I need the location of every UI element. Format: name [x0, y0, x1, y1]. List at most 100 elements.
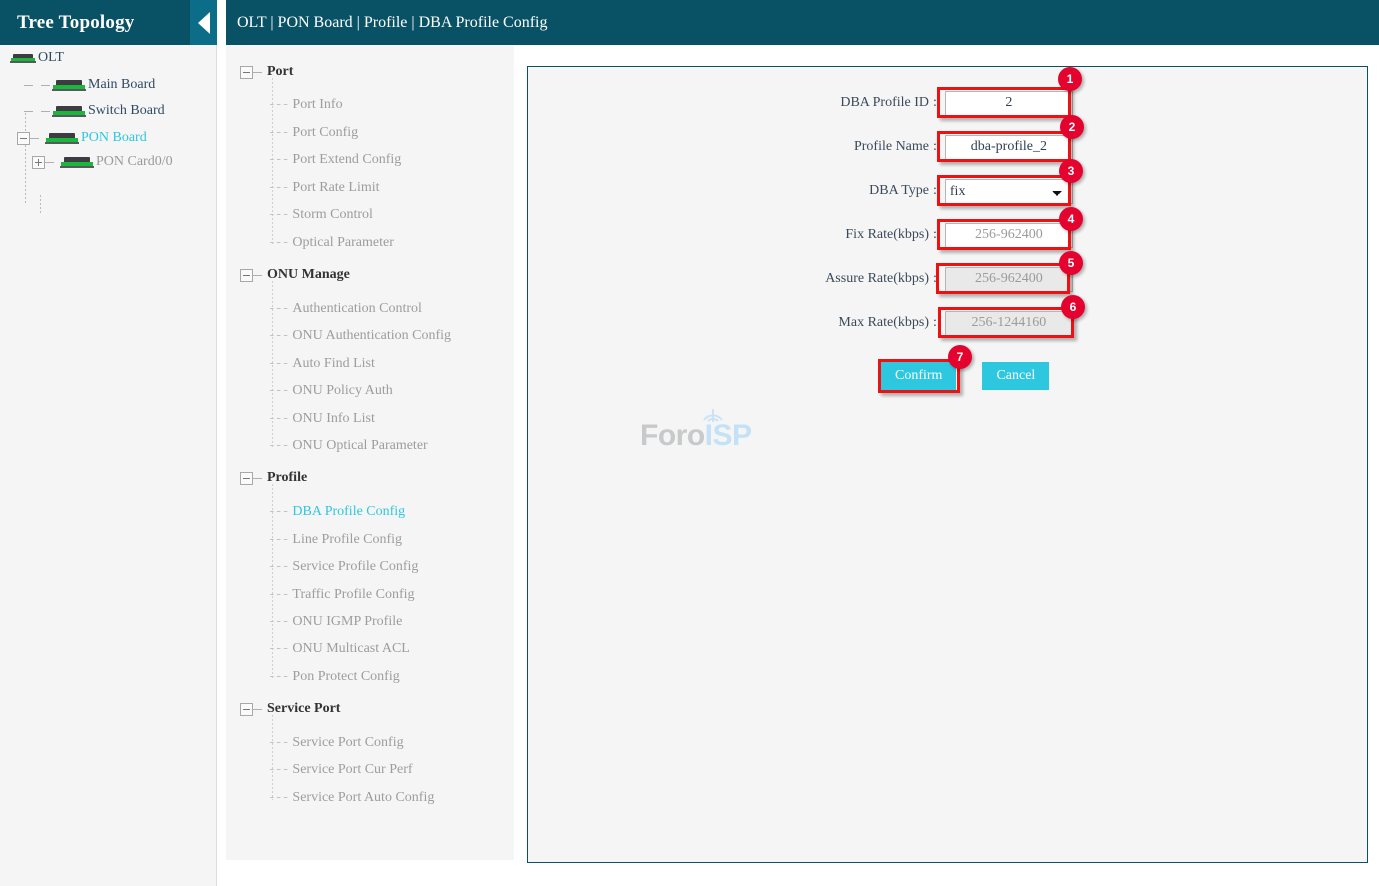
menu-connector: --- [268, 411, 289, 426]
menu-item-dba-profile-config[interactable]: --- DBA Profile Config [268, 503, 405, 520]
confirm-button[interactable]: Confirm [881, 362, 957, 390]
tree-node-switch-board[interactable]: Switch Board [24, 102, 165, 120]
tree-connector [30, 137, 39, 139]
menu-item-port-info[interactable]: --- Port Info [268, 96, 343, 113]
menu-group-onu-manage[interactable]: ONU Manage [240, 266, 350, 284]
menu-item-auto-find-list[interactable]: --- Auto Find List [268, 355, 375, 372]
menu-item-onu-authentication-config[interactable]: --- ONU Authentication Config [268, 327, 451, 344]
field-row-assure-rate: Assure Rate(kbps) : [793, 265, 1073, 293]
tree-node-pon-card[interactable]: PON Card0/0 [32, 153, 173, 171]
menu-item-onu-igmp-profile[interactable]: --- ONU IGMP Profile [268, 613, 402, 630]
menu-item-service-port-config[interactable]: --- Service Port Config [268, 734, 404, 751]
menu-item-service-port-cur-perf[interactable]: --- Service Port Cur Perf [268, 761, 413, 778]
tree-trunk-line [25, 113, 26, 205]
tree-node-olt[interactable]: OLT [10, 49, 64, 67]
menu-item-label: Service Port Auto Config [292, 789, 435, 805]
board-icon [52, 105, 86, 117]
tree-collapse-toggle-minus-icon[interactable] [17, 131, 30, 145]
menu-group-label: Profile [267, 470, 308, 485]
menu-item-label: Port Info [292, 96, 343, 112]
menu-connector: --- [268, 328, 289, 343]
tree-node-pon-board[interactable]: PON Board [17, 129, 147, 147]
menu-item-label: Port Rate Limit [292, 179, 380, 195]
breadcrumb: OLT | PON Board | Profile | DBA Profile … [237, 13, 548, 31]
tree-node-label: Switch Board [88, 103, 165, 118]
menu-item-optical-parameter[interactable]: --- Optical Parameter [268, 234, 394, 251]
tree-connector [24, 84, 33, 86]
dba-profile-id-input[interactable] [944, 90, 1073, 116]
menu-item-label: Port Config [292, 124, 359, 140]
menu-connector: --- [268, 235, 289, 250]
menu-group-service-port[interactable]: Service Port [240, 700, 340, 718]
menu-item-label: Authentication Control [292, 300, 422, 316]
tree-node-main-board[interactable]: Main Board [24, 76, 155, 94]
menu-group-label: Service Port [267, 701, 341, 716]
menu-item-label: Auto Find List [292, 355, 375, 371]
dba-type-select[interactable]: fixassureassure+maxmax [944, 178, 1073, 204]
menu-group-line [272, 715, 273, 800]
menu-connector: --- [268, 438, 289, 453]
annotation-badge-3: 3 [1059, 159, 1083, 183]
watermark-text-secondary: ISP [704, 419, 752, 452]
menu-item-service-port-auto-config[interactable]: --- Service Port Auto Config [268, 789, 434, 806]
menu-item-port-rate-limit[interactable]: --- Port Rate Limit [268, 179, 380, 196]
tree-topology-title: Tree Topology [17, 11, 135, 33]
menu-item-label: Service Profile Config [292, 558, 419, 574]
menu-connector: --- [268, 97, 289, 112]
menu-item-authentication-control[interactable]: --- Authentication Control [268, 300, 422, 317]
menu-item-onu-multicast-acl[interactable]: --- ONU Multicast ACL [268, 640, 410, 657]
menu-connector [253, 708, 262, 710]
field-colon: : [933, 315, 937, 330]
assure-rate-input [944, 266, 1073, 292]
annotation-badge-5: 5 [1059, 251, 1083, 275]
menu-item-port-extend-config[interactable]: --- Port Extend Config [268, 151, 401, 168]
application-root: Tree Topology OLT | PON Board | Profile … [0, 0, 1379, 886]
menu-item-storm-control[interactable]: --- Storm Control [268, 206, 373, 223]
menu-item-onu-info-list[interactable]: --- ONU Info List [268, 410, 375, 427]
menu-item-traffic-profile-config[interactable]: --- Traffic Profile Config [268, 586, 415, 603]
field-row-max-rate: Max Rate(kbps) : [793, 309, 1073, 337]
field-colon: : [933, 183, 937, 198]
menu-collapse-toggle-minus-icon[interactable] [240, 471, 253, 485]
menu-connector: --- [268, 669, 289, 684]
fix-rate-input[interactable] [944, 222, 1073, 248]
menu-item-onu-policy-auth[interactable]: --- ONU Policy Auth [268, 382, 393, 399]
dba-profile-config-panel: ForoISP DBA Profile ID : 1 Profile Name … [527, 66, 1368, 863]
menu-connector: --- [268, 559, 289, 574]
field-colon: : [933, 139, 937, 154]
tree-branch-line [40, 195, 41, 215]
tree-node-label: PON Board [81, 130, 147, 145]
sidebar-collapse-button[interactable] [190, 0, 217, 45]
menu-group-profile[interactable]: Profile [240, 469, 307, 487]
menu-item-onu-optical-parameter[interactable]: --- ONU Optical Parameter [268, 437, 428, 454]
field-colon: : [933, 95, 937, 110]
menu-item-service-profile-config[interactable]: --- Service Profile Config [268, 558, 418, 575]
field-row-dba-type: DBA Type : fixassureassure+maxmax [793, 177, 1073, 205]
board-icon [52, 79, 86, 91]
tree-node-label: PON Card0/0 [96, 154, 173, 169]
menu-connector: --- [268, 762, 289, 777]
menu-item-line-profile-config[interactable]: --- Line Profile Config [268, 531, 402, 548]
menu-collapse-toggle-minus-icon[interactable] [240, 702, 253, 716]
max-rate-input [944, 310, 1073, 336]
profile-name-input[interactable] [944, 134, 1073, 160]
menu-collapse-toggle-minus-icon[interactable] [240, 65, 253, 79]
menu-item-pon-protect-config[interactable]: --- Pon Protect Config [268, 668, 400, 685]
tree-expand-toggle-plus-icon[interactable] [32, 155, 45, 169]
menu-item-label: Optical Parameter [292, 234, 394, 250]
content-area: ForoISP DBA Profile ID : 1 Profile Name … [515, 45, 1379, 886]
menu-connector: --- [268, 180, 289, 195]
annotation-badge-7: 7 [948, 345, 972, 369]
menu-item-port-config[interactable]: --- Port Config [268, 124, 358, 141]
annotation-badge-1: 1 [1058, 67, 1082, 91]
field-label: DBA Type [869, 183, 929, 198]
menu-group-port[interactable]: Port [240, 63, 293, 81]
cancel-button[interactable]: Cancel [982, 362, 1050, 390]
menu-connector [253, 71, 262, 73]
watermark-text-primary: Foro [640, 419, 705, 452]
menu-connector: --- [268, 587, 289, 602]
menu-connector: --- [268, 383, 289, 398]
menu-collapse-toggle-minus-icon[interactable] [240, 268, 253, 282]
field-colon: : [933, 227, 937, 242]
menu-connector: --- [268, 641, 289, 656]
